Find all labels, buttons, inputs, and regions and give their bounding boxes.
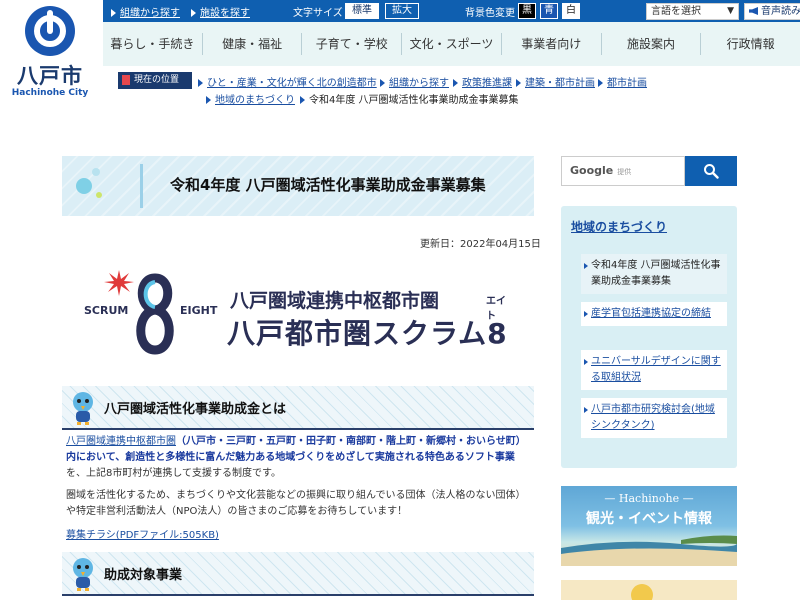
- section-title: 助成対象事業: [104, 568, 183, 583]
- nav-item-administration[interactable]: 行政情報: [700, 33, 800, 55]
- read-aloud-button[interactable]: 音声読み上げ: [744, 3, 800, 20]
- decor-dot: [96, 192, 102, 198]
- bg-black-button[interactable]: 黒: [518, 3, 536, 19]
- scrum8-logo: SCRUM EIGHT 八戸圏域連携中枢都市圏 八戸都市圏スクラム8 エイト: [82, 268, 512, 360]
- nav-item-business[interactable]: 事業者向け: [500, 33, 601, 55]
- flyer-pdf-link[interactable]: 募集チラシ(PDFファイル:505KB): [66, 526, 219, 541]
- triangle-right-icon: [111, 9, 116, 17]
- tourism-banner[interactable]: — Hachinohe — 観光・イベント情報: [561, 486, 737, 566]
- breadcrumb-item[interactable]: ひと・産業・文化が輝く北の創造都市: [198, 74, 377, 89]
- triangle-right-icon: [198, 79, 203, 87]
- city-emblem-icon: [25, 6, 75, 56]
- area-link[interactable]: 八戸圏域連携中枢都市圏: [66, 436, 176, 447]
- font-size-large-button[interactable]: 拡大: [385, 3, 419, 19]
- decor-dot: [631, 584, 653, 600]
- section-header: 八戸圏域活性化事業助成金とは: [62, 386, 534, 430]
- scrum-line2: 八戸都市圏スクラム8: [227, 317, 508, 350]
- side-item-universal-design[interactable]: ユニバーサルデザインに関する取組状況: [581, 350, 727, 390]
- eight-word: EIGHT: [180, 304, 218, 317]
- font-size-label: 文字サイズ: [293, 8, 343, 19]
- font-size-standard-button[interactable]: 標準: [345, 3, 379, 19]
- banner-accent: [140, 164, 143, 208]
- nav-item-facilities[interactable]: 施設案内: [600, 33, 701, 55]
- breadcrumb-item[interactable]: 建築・都市計画: [516, 74, 595, 89]
- flag-icon: [122, 75, 130, 85]
- side-menu: 地域のまちづくり 令和4年度 八戸圏域活性化事業助成金事業募集 産学官包括連携協…: [561, 206, 737, 468]
- section-header: 助成対象事業: [62, 552, 534, 596]
- search-button[interactable]: [685, 156, 737, 186]
- scrum-word: SCRUM: [84, 304, 129, 317]
- side-menu-title[interactable]: 地域のまちづくり: [571, 218, 667, 235]
- current-location-badge: 現在の位置: [118, 72, 192, 89]
- scrum-eito: エイト: [486, 296, 506, 322]
- mascot-icon: [73, 558, 93, 591]
- breadcrumb-current: 令和4年度 八戸圏域活性化事業助成金事業募集: [300, 91, 519, 106]
- bg-blue-button[interactable]: 青: [540, 3, 558, 19]
- search-brand: Google: [570, 164, 614, 177]
- nav-item-health[interactable]: 健康・福祉: [201, 33, 302, 55]
- intro-paragraph: 八戸圏域連携中枢都市圏（八戸市・三戸町・五戸町・田子町・南部町・階上町・新郷村・…: [66, 436, 526, 479]
- triangle-right-icon: [191, 9, 196, 17]
- chevron-down-icon: ▼: [727, 6, 734, 16]
- city-name: 八戸市: [17, 64, 83, 88]
- language-select[interactable]: 言語を選択 ▼: [646, 3, 739, 20]
- bg-color-label: 背景色変更: [465, 8, 515, 19]
- decor-dot: [92, 168, 100, 176]
- triangle-right-icon: [300, 96, 305, 104]
- city-name-en: Hachinohe City: [11, 88, 89, 98]
- search-placeholder: 提供: [617, 168, 632, 176]
- triangle-right-icon: [598, 79, 603, 87]
- bg-white-button[interactable]: 白: [562, 3, 580, 19]
- call-paragraph: 圏域を活性化するため、まちづくりや文化芸能などの振興に取り組んでいる団体（法人格…: [66, 490, 526, 517]
- promo-en: — Hachinohe —: [604, 492, 694, 505]
- side-item-partnership[interactable]: 産学官包括連携協定の締結: [581, 302, 727, 326]
- triangle-right-icon: [453, 79, 458, 87]
- mascot-icon: [73, 392, 93, 425]
- city-logo[interactable]: 八戸市 Hachinohe City: [0, 0, 100, 120]
- breadcrumb-item[interactable]: 政策推進課: [453, 74, 512, 89]
- triangle-right-icon: [516, 79, 521, 87]
- nav-item-childcare[interactable]: 子育て・学校: [301, 33, 401, 55]
- updated-date: 更新日：2022年04月15日: [420, 239, 541, 250]
- nav-item-culture[interactable]: 文化・スポーツ: [401, 33, 501, 55]
- breadcrumb-item[interactable]: 組織から探す: [380, 74, 449, 89]
- speaker-icon: [749, 7, 758, 15]
- find-by-org-link[interactable]: 組織から探す: [111, 4, 180, 19]
- triangle-right-icon: [206, 96, 211, 104]
- eight-emblem-icon: [136, 273, 174, 355]
- section-title: 八戸圏域活性化事業助成金とは: [104, 402, 287, 417]
- find-facility-link[interactable]: 施設を探す: [191, 4, 250, 19]
- search-icon: [704, 164, 719, 179]
- nav-item-living[interactable]: 暮らし・手続き: [103, 33, 202, 55]
- page-title-banner: 令和4年度 八戸圏域活性化事業助成金事業募集: [62, 156, 534, 216]
- scrum-line1: 八戸圏域連携中枢都市圏: [230, 290, 440, 312]
- side-item-think-tank[interactable]: 八戸市都市研究検討会(地域シンクタンク): [581, 398, 727, 438]
- side-item-current[interactable]: 令和4年度 八戸圏域活性化事業助成金事業募集: [581, 254, 727, 294]
- page-title: 令和4年度 八戸圏域活性化事業助成金事業募集: [170, 176, 486, 194]
- search-input[interactable]: Google 提供: [561, 156, 685, 186]
- secondary-banner[interactable]: [561, 580, 737, 600]
- breadcrumb-item[interactable]: 都市計画: [598, 74, 647, 89]
- main-nav: 暮らし・手続き 健康・福祉 子育て・学校 文化・スポーツ 事業者向け 施設案内 …: [103, 22, 800, 66]
- triangle-right-icon: [380, 79, 385, 87]
- breadcrumb-item[interactable]: 地域のまちづくり: [206, 91, 295, 106]
- beach-image: [561, 535, 737, 566]
- utility-bar: 組織から探す 施設を探す 文字サイズ 標準 拡大 背景色変更 黒 青 白 言語を…: [103, 0, 800, 22]
- decor-dot: [76, 178, 92, 194]
- promo-jp: 観光・イベント情報: [586, 511, 712, 527]
